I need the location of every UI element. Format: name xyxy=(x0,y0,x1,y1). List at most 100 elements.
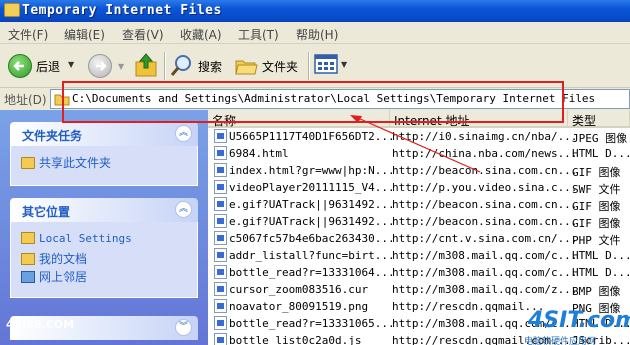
table-row[interactable]: bottle_read?r=13331064... http://m308.mai… xyxy=(208,264,630,281)
menu-favorites[interactable]: 收藏(A) xyxy=(180,26,222,43)
chevron-up-icon[interactable]: ︽ xyxy=(175,201,192,218)
back-dropdown-icon[interactable]: ▼ xyxy=(68,60,74,69)
table-row[interactable]: addr_listall?func=birt... http://m308.mai… xyxy=(208,247,630,264)
task-share-folder-label: 共享此文件夹 xyxy=(39,156,112,170)
chevron-down-icon[interactable]: ︾ xyxy=(175,319,192,336)
table-row[interactable]: 6984.html http://china.nba.com/news... HTM… xyxy=(208,145,630,162)
table-row[interactable]: c5067fc57b4e6bac263430... http://cnt.v.si… xyxy=(208,230,630,247)
task-pane: 文件夹任务 ︽ 共享此文件夹 其它位置 ︽ Local Settings 我的文… xyxy=(0,110,208,345)
up-folder-icon xyxy=(135,53,157,77)
table-row[interactable]: videoPlayer20111115_V4... http://p.you.vi… xyxy=(208,179,630,196)
file-address: http://beacon.sina.com.cn... xyxy=(392,164,578,177)
other-places-body: Local Settings 我的文档 网上邻居 xyxy=(10,222,198,298)
menu-tools[interactable]: 工具(T) xyxy=(238,26,279,43)
share-folder-icon xyxy=(21,157,35,169)
file-address: http://beacon.sina.com.cn... xyxy=(392,215,578,228)
menu-help[interactable]: 帮助(H) xyxy=(296,26,338,43)
search-button[interactable]: 搜索 xyxy=(168,50,230,82)
file-icon xyxy=(214,248,227,262)
watermark-tagline: 电脑软硬件应用网 xyxy=(524,337,597,345)
place-local-settings-label: Local Settings xyxy=(39,232,132,245)
table-row[interactable]: U5665P1117T40D1F656DT2... http://i0.sinai… xyxy=(208,128,630,145)
task-share-folder[interactable]: 共享此文件夹 xyxy=(21,154,111,171)
file-name: noavator_80091519.png xyxy=(229,300,369,313)
file-icon xyxy=(214,265,227,279)
file-type: JPEG 图像 xyxy=(572,132,628,145)
file-type: GIF 图像 xyxy=(572,166,621,179)
file-icon xyxy=(214,214,227,228)
address-highlight-box xyxy=(62,81,564,123)
file-name: c5067fc57b4e6bac263430... xyxy=(229,232,395,245)
menu-view[interactable]: 查看(V) xyxy=(122,26,164,43)
file-icon xyxy=(214,180,227,194)
folders-label: 文件夹 xyxy=(262,60,299,74)
file-type: BMP 图像 xyxy=(572,285,621,298)
up-folder-button[interactable] xyxy=(134,52,160,80)
watermark-logo: 4SIT.com 电脑软硬件应用网 xyxy=(524,308,630,345)
folders-button[interactable]: 文件夹 xyxy=(232,50,304,82)
table-row[interactable]: e.gif?UATrack||9631492... http://beacon.s… xyxy=(208,213,630,230)
table-row[interactable]: index.html?gr=www|hp:N... http://beacon.s… xyxy=(208,162,630,179)
toolbar-separator xyxy=(308,52,309,80)
menu-bar: 文件(F) 编辑(E) 查看(V) 收藏(A) 工具(T) 帮助(H) xyxy=(0,22,630,44)
file-icon xyxy=(214,282,227,296)
place-network-label: 网上邻居 xyxy=(39,270,88,284)
file-icon xyxy=(214,231,227,245)
file-name: bottle_list0c2a0d.js xyxy=(229,334,362,345)
search-label: 搜索 xyxy=(198,60,223,74)
column-type[interactable]: 类型 xyxy=(568,110,630,128)
address-label: 地址(D) xyxy=(4,93,47,107)
table-row[interactable]: e.gif?UATrack||9631492... http://beacon.s… xyxy=(208,196,630,213)
my-documents-icon xyxy=(21,253,35,265)
file-address: http://beacon.sina.com.cn... xyxy=(392,198,578,211)
views-button[interactable]: ▼ xyxy=(314,54,350,78)
place-local-settings[interactable]: Local Settings xyxy=(21,232,132,245)
file-name: U5665P1117T40D1F656DT2... xyxy=(229,130,395,143)
views-icon xyxy=(314,54,338,74)
network-places-icon xyxy=(21,271,35,283)
file-name: bottle_read?r=13331064... xyxy=(229,266,395,279)
file-address: http://cnt.v.sina.com.cn/... xyxy=(392,232,578,245)
file-name: bottle_read?r=13331065... xyxy=(229,317,395,330)
back-button[interactable]: 后退 ▼ xyxy=(4,50,78,82)
title-bar: Temporary Internet Files xyxy=(0,0,630,22)
folder-icon xyxy=(4,3,20,17)
file-name: e.gif?UATrack||9631492... xyxy=(229,198,395,211)
file-icon xyxy=(214,129,227,143)
file-icon xyxy=(214,197,227,211)
file-icon xyxy=(214,316,227,330)
chevron-up-icon[interactable]: ︽ xyxy=(175,125,192,142)
menu-file[interactable]: 文件(F) xyxy=(8,26,48,43)
window-title: Temporary Internet Files xyxy=(22,3,222,18)
folder-tasks-body: 共享此文件夹 xyxy=(10,146,198,186)
file-type: GIF 图像 xyxy=(572,217,621,230)
folder-tasks-header[interactable]: 文件夹任务 ︽ xyxy=(10,122,198,146)
file-address: http://m308.mail.qq.com/c... xyxy=(392,249,578,262)
file-type: HTML D... xyxy=(572,147,630,160)
file-address: http://p.you.video.sina.c... xyxy=(392,181,578,194)
back-arrow-icon xyxy=(8,54,32,78)
menu-edit[interactable]: 编辑(E) xyxy=(64,26,105,43)
file-type: HTML D... xyxy=(572,266,630,279)
forward-button[interactable] xyxy=(88,54,112,78)
file-type: PHP 文件 xyxy=(572,234,621,247)
search-icon xyxy=(170,55,191,76)
file-icon xyxy=(214,146,227,160)
file-address: http://m308.mail.qq.com/c... xyxy=(392,266,578,279)
forward-dropdown-icon[interactable]: ▼ xyxy=(118,62,124,71)
place-network[interactable]: 网上邻居 xyxy=(21,268,87,285)
other-places-title: 其它位置 xyxy=(22,205,71,219)
file-icon xyxy=(214,333,227,345)
file-address: http://m308.mail.qq.com/z... xyxy=(392,283,578,296)
place-my-documents[interactable]: 我的文档 xyxy=(21,250,87,267)
file-name: index.html?gr=www|hp:N... xyxy=(229,164,395,177)
other-places-header[interactable]: 其它位置 ︽ xyxy=(10,198,198,222)
file-name: cursor_zoom083516.cur xyxy=(229,283,369,296)
file-address: http://china.nba.com/news... xyxy=(392,147,578,160)
watermark-logo-text: 4SIT.com xyxy=(528,308,630,333)
table-row[interactable]: cursor_zoom083516.cur http://m308.mail.qq… xyxy=(208,281,630,298)
file-address: http://rescdn.qqmail... xyxy=(392,300,545,313)
file-name: addr_listall?func=birt... xyxy=(229,249,395,262)
file-type: SWF 文件 xyxy=(572,183,621,196)
file-icon xyxy=(214,299,227,313)
